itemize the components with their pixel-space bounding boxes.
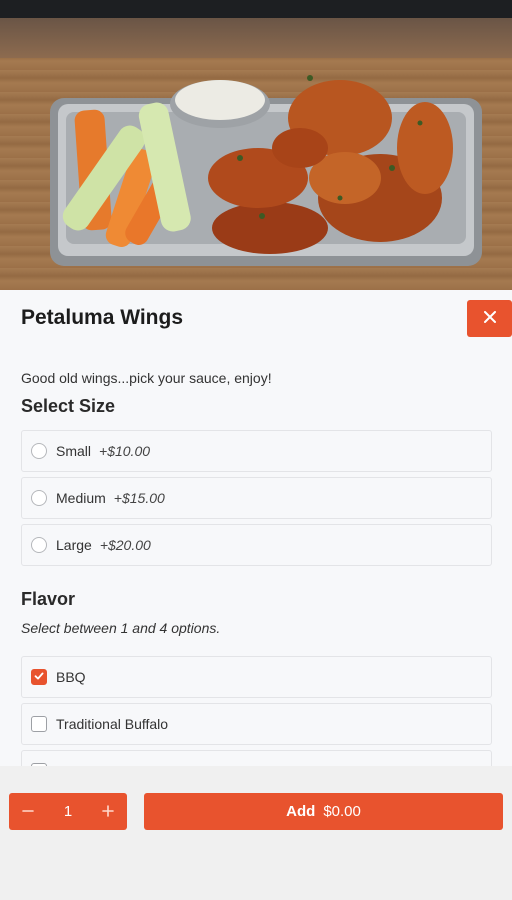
radio-button[interactable]	[31, 443, 47, 459]
flavor-section-title: Flavor	[21, 589, 76, 609]
item-photo	[0, 18, 512, 290]
flavor-option-traditional-buffalo[interactable]: Traditional Buffalo	[21, 703, 492, 745]
radio-button[interactable]	[31, 537, 47, 553]
flavor-option-partial[interactable]	[21, 750, 492, 766]
quantity-stepper: 1	[9, 793, 127, 830]
option-label: Traditional Buffalo	[56, 716, 169, 732]
minus-icon	[22, 800, 34, 823]
size-option-medium[interactable]: Medium +$15.00	[21, 477, 492, 519]
increment-button[interactable]	[89, 793, 127, 830]
option-label: Medium	[56, 490, 106, 506]
quantity-value: 1	[63, 803, 73, 820]
flavor-option-bbq[interactable]: BBQ	[21, 656, 492, 698]
size-option-large[interactable]: Large +$20.00	[21, 524, 492, 566]
option-label: BBQ	[56, 669, 86, 685]
add-label: Add	[286, 803, 316, 820]
top-bar	[0, 0, 512, 18]
item-title: Petaluma Wings	[21, 306, 184, 329]
close-button[interactable]	[467, 300, 512, 337]
option-price: +$20.00	[99, 537, 151, 553]
option-label: Large	[56, 537, 92, 553]
size-option-small[interactable]: Small +$10.00	[21, 430, 492, 472]
item-description: Good old wings...pick your sauce, enjoy!	[21, 370, 272, 386]
option-label: Small	[56, 443, 92, 459]
close-icon	[483, 310, 496, 328]
add-to-cart-button[interactable]: Add $0.00	[144, 793, 503, 830]
add-price: $0.00	[323, 803, 361, 820]
flavor-section-subtitle: Select between 1 and 4 options.	[21, 620, 221, 636]
checkbox-checked[interactable]	[31, 669, 47, 685]
option-price: +$10.00	[99, 443, 151, 459]
size-section-title: Select Size	[21, 396, 116, 416]
plus-icon	[102, 800, 114, 823]
option-price: +$15.00	[113, 490, 165, 506]
order-footer: 1 Add $0.00	[0, 766, 512, 900]
check-icon	[34, 668, 44, 686]
checkbox[interactable]	[31, 716, 47, 732]
radio-button[interactable]	[31, 490, 47, 506]
wings-photo-illustration	[50, 75, 482, 266]
decrement-button[interactable]	[9, 793, 47, 830]
item-detail-panel: Petaluma Wings Good old wings...pick you…	[0, 290, 512, 766]
